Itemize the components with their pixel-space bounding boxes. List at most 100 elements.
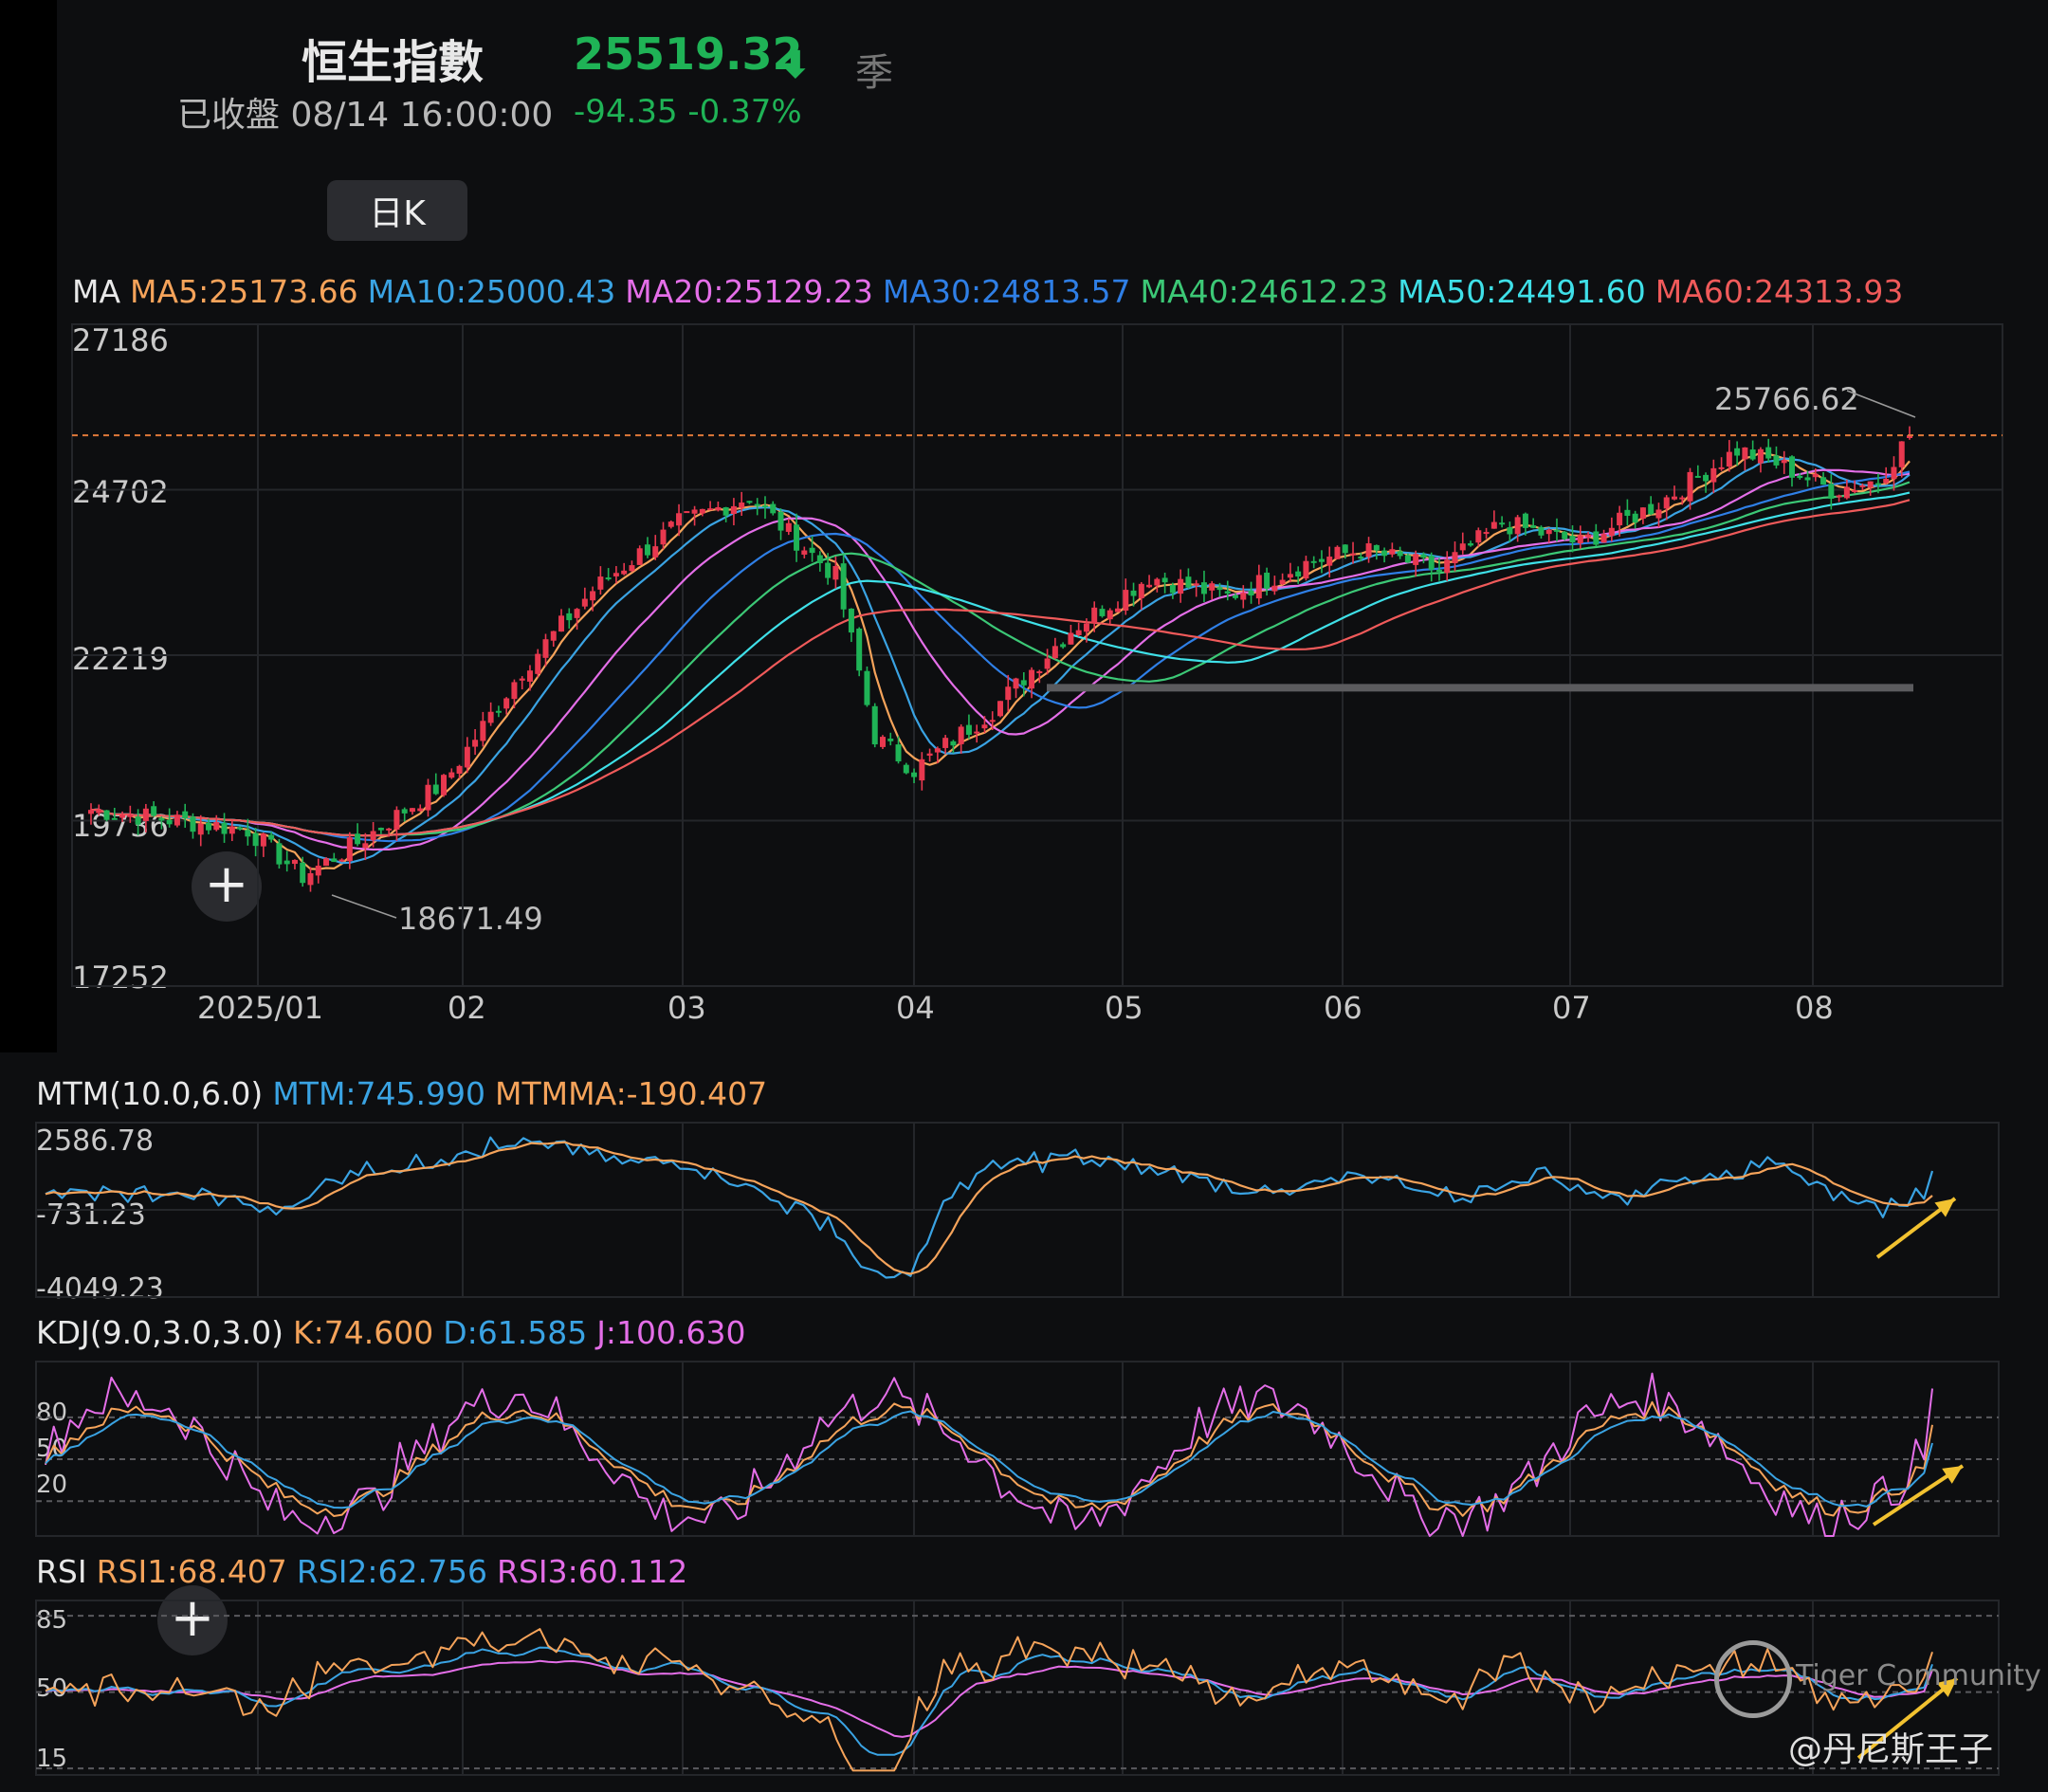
candle-body (1710, 467, 1717, 483)
candle-body (142, 808, 149, 821)
candle-body (519, 678, 525, 681)
kdj-panel-frame (35, 1361, 2000, 1537)
candle-body (1514, 517, 1521, 535)
candle-body (1083, 623, 1089, 632)
tiger-logo-icon (1714, 1640, 1792, 1718)
candle-body (856, 628, 863, 671)
candle-body (166, 819, 173, 825)
candle-body (1279, 579, 1286, 584)
candle-body (605, 577, 612, 580)
chart-canvas (35, 323, 2003, 1776)
candle-body (1161, 577, 1168, 583)
candle-body (1468, 543, 1474, 546)
candle-body (1381, 550, 1388, 557)
candle-body (550, 631, 557, 641)
mtm-line (45, 1136, 1934, 1279)
candle-body (816, 555, 823, 564)
candle-body (1287, 574, 1293, 578)
candle-body (300, 862, 306, 884)
candle-body (1679, 497, 1686, 500)
candle-body (1742, 447, 1748, 460)
candle-body (1577, 535, 1583, 544)
candle-body (1428, 556, 1435, 570)
candle-body (495, 710, 502, 713)
brand-watermark: Tiger Community (1796, 1659, 2041, 1692)
candle-body (1029, 669, 1035, 689)
candle-body (1013, 678, 1019, 689)
candle-body (237, 827, 244, 830)
candle-body (1044, 658, 1051, 669)
candle-body (1452, 552, 1458, 563)
candle-body (386, 828, 393, 831)
candle-body (1522, 513, 1528, 528)
candle-body (1303, 560, 1309, 579)
candle-body (268, 834, 275, 840)
candle-body (377, 828, 384, 831)
candle-body (989, 720, 996, 722)
candle-body (974, 731, 980, 734)
candle-body (1867, 481, 1874, 488)
candle-body (213, 821, 220, 831)
candle-body (1138, 583, 1144, 598)
candle-body (190, 816, 196, 832)
candle-body (1106, 610, 1113, 620)
candle-body (291, 859, 298, 865)
candle-body (919, 759, 925, 781)
candle-body (1420, 554, 1427, 558)
candle-body (1608, 527, 1615, 537)
candle-body (1530, 525, 1537, 528)
candle-body (370, 831, 376, 841)
candle-body (1115, 608, 1122, 613)
candle-body (511, 682, 518, 700)
candle-body (432, 784, 439, 795)
support-band (1047, 684, 1913, 692)
rsi1-line (45, 1628, 1933, 1772)
candle-body (1499, 522, 1506, 525)
candle-body (1295, 571, 1302, 577)
candle-body (879, 737, 886, 747)
candle-body (1812, 473, 1819, 478)
candle-body (871, 705, 878, 745)
candle-body (1874, 483, 1881, 485)
candle-body (362, 843, 369, 849)
candle-body (1859, 485, 1866, 487)
candle-body (581, 598, 588, 607)
candle-body (456, 765, 463, 774)
candle-body (1209, 583, 1216, 591)
candle-body (1200, 582, 1207, 594)
candle-body (1507, 527, 1513, 535)
candle-body (1068, 632, 1074, 645)
candle-body (887, 738, 894, 741)
candle-body (1562, 531, 1568, 539)
candle-body (777, 511, 784, 531)
candle-body (1146, 584, 1153, 588)
candle-body (480, 721, 486, 741)
candle-body (1600, 534, 1607, 543)
candle-body (746, 501, 753, 503)
candle-body (425, 784, 431, 811)
candle-body (739, 503, 745, 508)
candle-body (903, 764, 909, 774)
candle-body (1781, 460, 1787, 464)
candle-body (1671, 496, 1677, 500)
candle-body (1318, 558, 1325, 562)
candle-body (722, 507, 729, 516)
candle-body (558, 615, 565, 632)
candle-body (1734, 448, 1741, 456)
candle-body (1694, 475, 1701, 478)
candle-body (1154, 578, 1161, 586)
candle-body (1765, 447, 1772, 459)
candle-body (1413, 554, 1419, 565)
candle-body (1843, 486, 1850, 499)
candle-body (1178, 578, 1184, 594)
high-leader-line (1846, 390, 1916, 418)
candle-body (958, 726, 964, 744)
candle-body (699, 508, 705, 514)
candle-body (1687, 471, 1693, 502)
candle-body (158, 817, 165, 821)
candle-body (1828, 484, 1835, 500)
candle-body (574, 609, 580, 618)
candle-body (1373, 544, 1380, 551)
candle-body (832, 565, 839, 580)
candle-body (1397, 551, 1403, 557)
